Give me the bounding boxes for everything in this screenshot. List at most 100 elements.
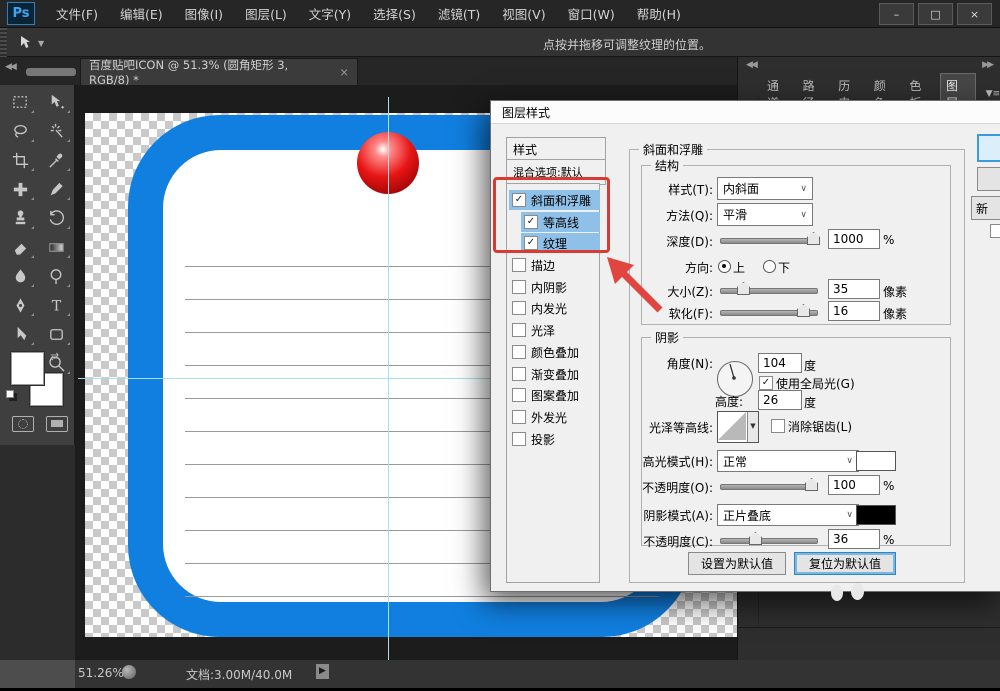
tab-scroll-strip[interactable] (26, 68, 76, 76)
checkbox-icon[interactable] (512, 301, 526, 315)
ok-button-cutoff[interactable] (977, 134, 1000, 162)
style-item-inner-shadow[interactable]: 内阴影 (509, 277, 600, 297)
contour-dropdown-arrow-icon[interactable]: ▼ (747, 412, 758, 442)
history-brush-tool[interactable] (38, 204, 74, 233)
checkbox-icon[interactable] (512, 280, 526, 294)
default-colors-icon[interactable] (6, 390, 14, 398)
panel-menu-icon[interactable]: ▼≡ (986, 89, 1000, 99)
depth-slider[interactable] (720, 238, 818, 244)
angle-input[interactable]: 104 (758, 353, 802, 373)
menu-filter[interactable]: 滤镜(T) (427, 0, 491, 27)
magic-wand-tool[interactable] (38, 117, 74, 146)
style-item-inner-glow[interactable]: 内发光 (509, 298, 600, 318)
zoom-level[interactable]: 51.26% (78, 666, 124, 680)
style-item-drop-shadow[interactable]: 投影 (509, 429, 600, 449)
set-default-button[interactable]: 设置为默认值 (688, 552, 786, 575)
menu-layer[interactable]: 图层(L) (234, 0, 298, 27)
style-item-satin[interactable]: 光泽 (509, 320, 600, 340)
clone-stamp-tool[interactable] (2, 204, 38, 233)
spot-healing-brush-tool[interactable] (2, 175, 38, 204)
shadow-mode-dropdown[interactable]: 正片叠底 ∨ (717, 504, 859, 526)
minimize-button[interactable]: – (879, 3, 914, 25)
rectangle-shape-tool[interactable] (38, 320, 74, 349)
dodge-tool[interactable] (38, 262, 74, 291)
style-item-stroke[interactable]: 描边 (509, 255, 600, 275)
style-label: 内发光 (531, 301, 568, 316)
style-item-pattern-overlay[interactable]: 图案叠加 (509, 385, 600, 405)
style-item-gradient-overlay[interactable]: 渐变叠加 (509, 364, 600, 384)
document-tab-title: 百度贴吧ICON @ 51.3% (圆角矩形 3, RGB/8) * (89, 58, 289, 87)
reset-default-button[interactable]: 复位为默认值 (794, 552, 896, 575)
document-size-info[interactable]: 文档:3.00M/40.0M (186, 666, 292, 683)
move-tool[interactable] (38, 88, 74, 117)
menu-file[interactable]: 文件(F) (45, 0, 109, 27)
menu-image[interactable]: 图像(I) (174, 0, 234, 27)
toolbar-collapse-icon[interactable]: ◀◀ (5, 62, 17, 72)
menu-select[interactable]: 选择(S) (362, 0, 427, 27)
checkbox-icon[interactable] (512, 367, 526, 381)
style-dropdown[interactable]: 内斜面 ∨ (717, 177, 813, 200)
dialog-title-bar[interactable]: 图层样式 (491, 101, 1000, 124)
menu-type[interactable]: 文字(Y) (298, 0, 362, 27)
rectangular-marquee-tool[interactable] (2, 88, 38, 117)
eyedropper-tool[interactable] (38, 146, 74, 175)
crop-tool[interactable] (2, 146, 38, 175)
tool-preset-chevron-icon[interactable]: ▼ (38, 39, 44, 48)
cancel-button-cutoff[interactable] (977, 167, 1000, 191)
checkbox-icon[interactable] (512, 432, 526, 446)
quick-mask-icon[interactable] (12, 416, 34, 432)
type-tool[interactable]: T (38, 291, 74, 320)
dock-collapse-right-icon[interactable]: ▶▶ (982, 60, 994, 70)
depth-input[interactable]: 1000 (828, 229, 880, 249)
method-dropdown[interactable]: 平滑 ∨ (717, 203, 813, 226)
menu-view[interactable]: 视图(V) (491, 0, 556, 27)
tab-close-icon[interactable]: × (339, 65, 349, 79)
new-style-button-cutoff[interactable]: 新 (971, 196, 1000, 220)
move-tool-icon[interactable] (16, 33, 34, 55)
direction-up-radio[interactable] (718, 260, 731, 273)
pen-tool[interactable] (2, 291, 38, 320)
use-global-light-checkbox[interactable]: ✓ (759, 376, 773, 390)
altitude-input[interactable]: 26 (758, 390, 802, 410)
highlight-opacity-slider[interactable] (720, 484, 818, 490)
shadow-color-swatch[interactable] (856, 505, 896, 525)
direction-down-radio[interactable] (763, 260, 776, 273)
brush-tool[interactable] (38, 175, 74, 204)
dock-collapse-left-icon[interactable]: ◀◀ (746, 60, 758, 70)
size-slider[interactable] (720, 288, 818, 294)
eraser-tool[interactable] (2, 233, 38, 262)
status-options-arrow-icon[interactable]: ▶ (316, 664, 329, 679)
checkbox-icon[interactable] (512, 410, 526, 424)
antialias-checkbox[interactable] (771, 419, 785, 433)
highlight-mode-dropdown[interactable]: 正常 ∨ (717, 450, 859, 472)
soften-input[interactable]: 16 (828, 301, 880, 321)
shadow-opacity-input[interactable]: 36 (828, 529, 880, 549)
checkbox-icon[interactable] (512, 323, 526, 337)
shadow-mode-value: 正片叠底 (723, 508, 772, 523)
size-input[interactable]: 35 (828, 279, 880, 299)
screen-mode-icon[interactable] (46, 416, 68, 432)
menu-window[interactable]: 窗口(W) (557, 0, 626, 27)
gradient-tool[interactable] (38, 233, 74, 262)
style-item-outer-glow[interactable]: 外发光 (509, 407, 600, 427)
foreground-color-swatch[interactable] (11, 352, 44, 385)
path-selection-tool[interactable] (2, 320, 38, 349)
checkbox-icon[interactable] (512, 345, 526, 359)
menu-edit[interactable]: 编辑(E) (109, 0, 174, 27)
menu-help[interactable]: 帮助(H) (626, 0, 692, 27)
lasso-tool[interactable] (2, 117, 38, 146)
document-tab[interactable]: 百度贴吧ICON @ 51.3% (圆角矩形 3, RGB/8) * × (80, 58, 358, 87)
preview-checkbox-cutoff[interactable] (990, 224, 1000, 238)
close-button[interactable]: × (957, 3, 992, 25)
angle-dial[interactable] (717, 361, 753, 397)
shadow-opacity-slider[interactable] (720, 538, 818, 544)
checkbox-icon[interactable] (512, 258, 526, 272)
maximize-button[interactable]: □ (918, 3, 953, 25)
checkbox-icon[interactable] (512, 388, 526, 402)
highlight-opacity-input[interactable]: 100 (828, 475, 880, 495)
gloss-contour-picker[interactable]: ▼ (717, 411, 759, 443)
swap-colors-icon[interactable]: ⇄ (50, 350, 59, 363)
highlight-color-swatch[interactable] (856, 451, 896, 471)
style-item-color-overlay[interactable]: 颜色叠加 (509, 342, 600, 362)
blur-tool[interactable] (2, 262, 38, 291)
